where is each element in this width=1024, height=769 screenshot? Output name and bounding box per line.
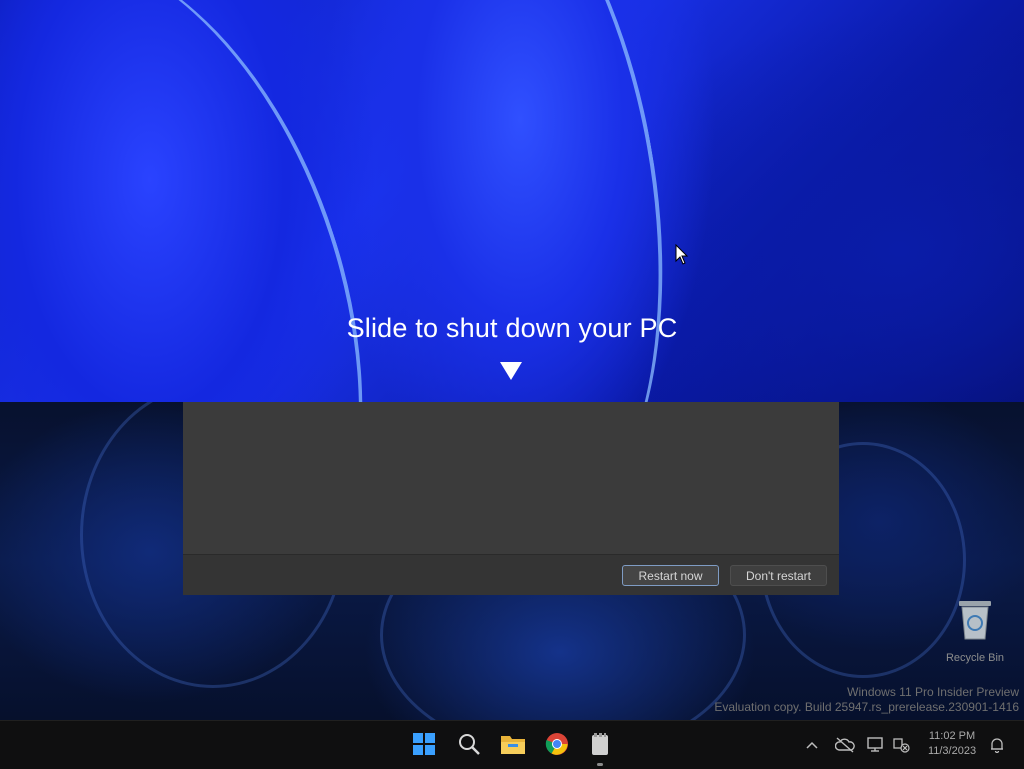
slide-down-arrow-icon[interactable]	[500, 362, 522, 380]
network-icon[interactable]	[892, 735, 912, 755]
slide-shutdown-title: Slide to shut down your PC	[346, 313, 678, 343]
dialog-footer: Restart now Don't restart	[183, 554, 839, 595]
slide-to-shutdown-panel[interactable]: Slide to shut down your PC	[0, 0, 1024, 402]
search-icon[interactable]	[454, 729, 484, 759]
display-icon[interactable]	[866, 735, 886, 755]
taskbar-clock[interactable]: 11:02 PM 11/3/2023	[920, 729, 984, 759]
recycle-bin-shortcut[interactable]: Recycle Bin	[940, 597, 1010, 664]
chrome-icon[interactable]	[542, 729, 572, 759]
start-icon[interactable]	[409, 729, 439, 759]
restart-now-button[interactable]: Restart now	[622, 565, 719, 586]
recycle-bin-icon	[959, 601, 991, 640]
file-explorer-icon[interactable]	[498, 729, 528, 759]
evaluation-watermark: Windows 11 Pro Insider Preview Evaluatio…	[714, 685, 1019, 715]
notification-bell-icon[interactable]	[987, 735, 1007, 755]
notepad-icon[interactable]	[585, 729, 615, 759]
clock-time: 11:02 PM	[928, 730, 976, 742]
watermark-build: Evaluation copy. Build 25947.rs_prerelea…	[714, 700, 1019, 714]
dont-restart-button[interactable]: Don't restart	[730, 565, 827, 586]
recycle-bin-label: Recycle Bin	[945, 652, 1005, 664]
restart-dialog: Restart now Don't restart	[183, 402, 839, 595]
watermark-edition: Windows 11 Pro Insider Preview	[847, 685, 1019, 699]
clock-date: 11/3/2023	[927, 745, 977, 757]
mouse-cursor-icon	[675, 244, 689, 265]
onedrive-icon[interactable]	[835, 735, 855, 755]
notepad-running-indicator	[597, 763, 603, 766]
taskbar: 11:02 PM 11/3/2023	[0, 720, 1024, 769]
chevron-up-icon[interactable]	[802, 735, 822, 755]
